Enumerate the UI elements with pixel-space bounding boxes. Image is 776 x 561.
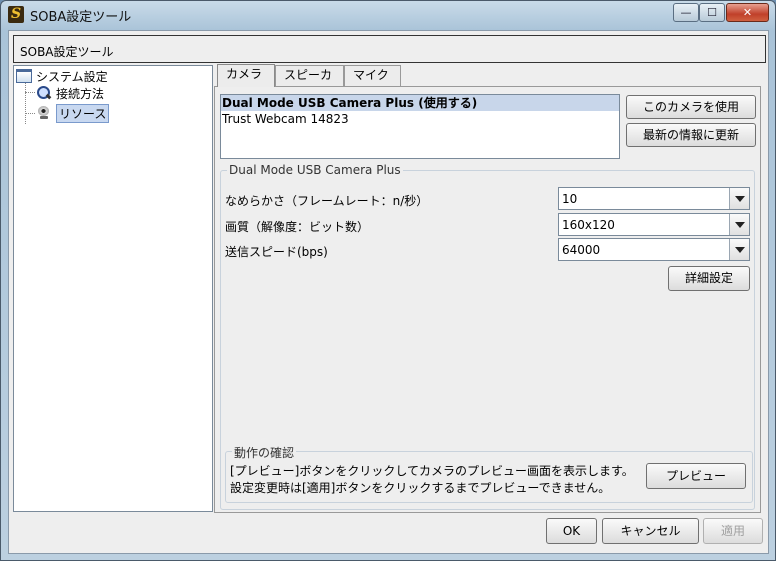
client-area: SOBA設定ツール システム設定 接続方法 リソース カメラ スピーカ マイク … bbox=[8, 30, 769, 554]
header-label: SOBA設定ツール bbox=[20, 45, 114, 59]
use-camera-button[interactable]: このカメラを使用 bbox=[626, 95, 756, 119]
tree-connector bbox=[25, 83, 26, 124]
tree-connector bbox=[25, 92, 35, 93]
ok-button[interactable]: OK bbox=[546, 518, 597, 544]
framerate-select[interactable]: 10 bbox=[558, 187, 750, 210]
advanced-settings-button[interactable]: 詳細設定 bbox=[668, 266, 750, 291]
chevron-down-icon[interactable] bbox=[729, 239, 749, 260]
camera-list[interactable]: Dual Mode USB Camera Plus (使用する) Trust W… bbox=[220, 94, 620, 159]
header-panel: SOBA設定ツール bbox=[13, 35, 766, 63]
refresh-button[interactable]: 最新の情報に更新 bbox=[626, 123, 756, 147]
chevron-down-icon[interactable] bbox=[729, 188, 749, 209]
tree-item-label: リソース bbox=[56, 103, 110, 123]
resolution-value: 160x120 bbox=[562, 218, 615, 232]
tab-speaker[interactable]: スピーカ bbox=[275, 65, 344, 86]
tree-root[interactable]: システム設定 bbox=[16, 67, 108, 85]
resolution-select[interactable]: 160x120 bbox=[558, 213, 750, 236]
camera-list-item[interactable]: Dual Mode USB Camera Plus (使用する) bbox=[221, 95, 619, 111]
preview-note-2: 設定変更時は[適用]ボタンをクリックするまでプレビューできません。 bbox=[230, 481, 611, 495]
soba-app-icon: S bbox=[8, 6, 24, 23]
camera-settings-group: Dual Mode USB Camera Plus なめらかさ（フレームレート：… bbox=[220, 163, 755, 510]
tree-item-resource[interactable]: リソース bbox=[36, 103, 110, 123]
close-button[interactable]: ✕ bbox=[726, 3, 769, 22]
minimize-button[interactable]: — bbox=[673, 3, 699, 22]
tab-mic[interactable]: マイク bbox=[344, 65, 401, 86]
bitrate-select[interactable]: 64000 bbox=[558, 238, 750, 261]
camera-list-item[interactable]: Trust Webcam 14823 bbox=[221, 111, 619, 127]
resolution-label: 画質（解像度：ビット数） bbox=[225, 220, 370, 234]
magnifier-icon bbox=[36, 86, 52, 100]
title-bar[interactable]: S SOBA設定ツール — ☐ ✕ bbox=[1, 1, 775, 28]
framerate-label: なめらかさ（フレームレート：n/秒） bbox=[225, 194, 429, 208]
apply-button[interactable]: 適用 bbox=[703, 518, 763, 544]
window-title: SOBA設定ツール bbox=[30, 10, 132, 25]
folder-icon bbox=[16, 69, 32, 83]
cancel-button[interactable]: キャンセル bbox=[602, 518, 699, 544]
camera-settings-group-title: Dual Mode USB Camera Plus bbox=[227, 163, 403, 177]
camera-tab-panel: Dual Mode USB Camera Plus (使用する) Trust W… bbox=[214, 86, 761, 513]
bitrate-value: 64000 bbox=[562, 243, 601, 257]
chevron-down-icon[interactable] bbox=[729, 214, 749, 235]
preview-check-group: 動作の確認 [プレビュー]ボタンをクリックしてカメラのプレビュー画面を表示します… bbox=[225, 444, 753, 503]
settings-tree[interactable]: システム設定 接続方法 リソース bbox=[13, 65, 213, 512]
tree-root-label: システム設定 bbox=[36, 69, 108, 84]
tree-item-label: 接続方法 bbox=[56, 86, 105, 101]
webcam-icon bbox=[36, 106, 52, 120]
bitrate-label: 送信スピード(bps) bbox=[225, 245, 328, 259]
app-window: S SOBA設定ツール — ☐ ✕ SOBA設定ツール システム設定 接続方法 … bbox=[0, 0, 776, 561]
tree-connector bbox=[25, 113, 35, 114]
preview-button[interactable]: プレビュー bbox=[646, 463, 746, 489]
tree-item-connection[interactable]: 接続方法 bbox=[36, 84, 104, 102]
preview-note-1: [プレビュー]ボタンをクリックしてカメラのプレビュー画面を表示します。 bbox=[230, 464, 634, 478]
maximize-button[interactable]: ☐ bbox=[699, 3, 725, 22]
framerate-value: 10 bbox=[562, 192, 578, 206]
tab-camera[interactable]: カメラ bbox=[217, 64, 275, 87]
preview-check-group-title: 動作の確認 bbox=[232, 444, 297, 461]
